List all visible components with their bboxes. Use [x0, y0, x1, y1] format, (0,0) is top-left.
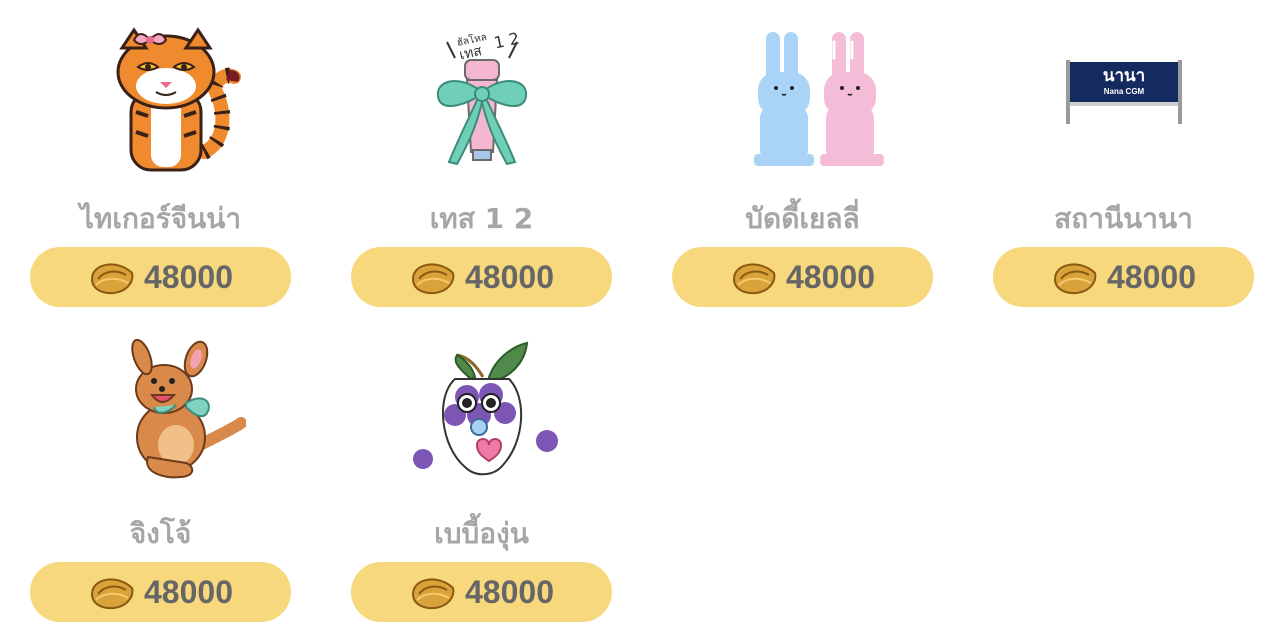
sticker-name: ไทเกอร์จีนน่า — [79, 202, 242, 235]
kangaroo-sticker-icon — [76, 337, 246, 487]
price-label: 48000 — [1107, 258, 1196, 295]
sticker-name: เบบี้องุ่น — [434, 517, 529, 550]
sticker-name: บัดดี้เยลลี่ — [745, 202, 860, 235]
baby-grape-sticker-icon — [397, 337, 567, 487]
sticker-name: สถานีนานา — [1054, 202, 1193, 235]
price-label: 48000 — [144, 573, 233, 610]
buy-button[interactable]: 48000 — [30, 562, 291, 622]
sticker-card-buddy-jelly[interactable]: บัดดี้เยลลี่ 48000 — [672, 22, 933, 322]
sign-subtitle: Nana CGM — [1103, 87, 1144, 96]
buy-button[interactable]: 48000 — [351, 247, 612, 307]
sticker-card-tiger[interactable]: ไทเกอร์จีนน่า 48000 — [30, 22, 291, 322]
fortune-cookie-icon — [732, 263, 776, 295]
buy-button[interactable]: 48000 — [351, 562, 612, 622]
fortune-cookie-icon — [90, 578, 134, 610]
svg-text:1 2: 1 2 — [492, 29, 521, 53]
fortune-cookie-icon — [411, 263, 455, 295]
sticker-card-nana-station[interactable]: นานา Nana CGM สถานีนานา 48000 — [993, 22, 1254, 322]
sticker-card-test[interactable]: ฮัลโหล เทส 1 2 เทส 1 2 48000 — [351, 22, 612, 322]
buy-button[interactable]: 48000 — [30, 247, 291, 307]
jelly-bunnies-sticker-icon — [718, 22, 888, 172]
price-label: 48000 — [786, 258, 875, 295]
sticker-card-kangaroo[interactable]: จิงโจ้ 48000 — [30, 337, 291, 637]
sticker-shop-grid: ไทเกอร์จีนน่า 48000 ฮัลโหล เทส 1 2 เทส 1… — [0, 0, 1284, 622]
tiger-sticker-icon — [76, 22, 246, 172]
buy-button[interactable]: 48000 — [672, 247, 933, 307]
sign-title: นานา — [1102, 66, 1144, 86]
price-label: 48000 — [144, 258, 233, 295]
fortune-cookie-icon — [1053, 263, 1097, 295]
fortune-cookie-icon — [90, 263, 134, 295]
buy-button[interactable]: 48000 — [993, 247, 1254, 307]
price-label: 48000 — [465, 258, 554, 295]
microphone-bow-sticker-icon: ฮัลโหล เทส 1 2 — [397, 22, 567, 172]
station-sign-sticker-icon: นานา Nana CGM — [1039, 22, 1209, 172]
price-label: 48000 — [465, 573, 554, 610]
sticker-name: จิงโจ้ — [129, 517, 192, 550]
sticker-name: เทส 1 2 — [429, 202, 534, 235]
fortune-cookie-icon — [411, 578, 455, 610]
sticker-card-baby-grape[interactable]: เบบี้องุ่น 48000 — [351, 337, 612, 637]
